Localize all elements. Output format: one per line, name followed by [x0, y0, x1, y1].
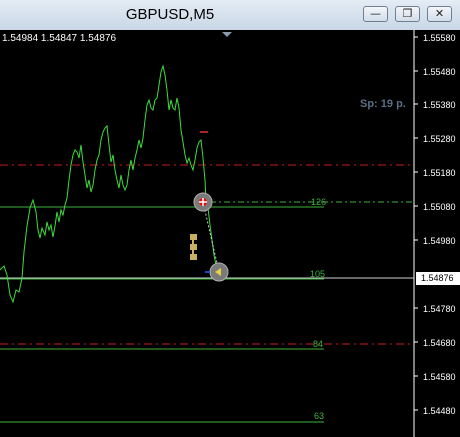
level-label: 63 [314, 411, 325, 421]
entry-marker[interactable] [193, 192, 213, 212]
price-label: 1.55180 [423, 168, 456, 178]
price-label: 1.54580 [423, 372, 456, 382]
terminal-window: GBPUSD,M5 — ❐ ✕ 1.54984 1.54847 1.54876 … [0, 0, 460, 437]
title-bar[interactable]: GBPUSD,M5 — ❐ ✕ [0, 0, 460, 30]
price-line [0, 64, 220, 304]
price-label: 1.54980 [423, 236, 456, 246]
price-label: 1.54680 [423, 338, 456, 348]
trade-path-line [202, 201, 220, 273]
level-label: 126 [311, 197, 327, 207]
ohlc-readout: 1.54984 1.54847 1.54876 [2, 33, 116, 44]
price-label: 1.55380 [423, 100, 456, 110]
spread-indicator: Sp: 19 p. [360, 98, 406, 110]
exit-marker[interactable] [209, 262, 229, 282]
price-axis-ticks [414, 36, 418, 411]
chart-canvas [0, 30, 418, 437]
close-button[interactable]: ✕ [427, 6, 452, 22]
close-icon: ✕ [434, 7, 445, 20]
price-chart[interactable]: 1.54984 1.54847 1.54876 Sp: 19 p. 1.5558… [0, 30, 460, 437]
price-label: 1.54480 [423, 406, 456, 416]
minimize-button[interactable]: — [363, 6, 388, 22]
price-label: 1.55280 [423, 134, 456, 144]
price-label: 1.55080 [423, 202, 456, 212]
level-label: 105 [310, 269, 326, 279]
window-title: GBPUSD,M5 [125, 6, 215, 23]
chart-shift-marker[interactable] [222, 32, 232, 37]
price-label: 1.55480 [423, 67, 456, 77]
minimize-icon: — [370, 7, 381, 20]
pending-orders-icon[interactable] [190, 234, 197, 260]
price-label: 1.54780 [423, 304, 456, 314]
restore-icon: ❐ [402, 7, 413, 20]
current-price-label: 1.54876 [416, 272, 460, 285]
restore-button[interactable]: ❐ [395, 6, 420, 22]
price-label: 1.55580 [423, 33, 456, 43]
level-label: 84 [313, 339, 324, 349]
